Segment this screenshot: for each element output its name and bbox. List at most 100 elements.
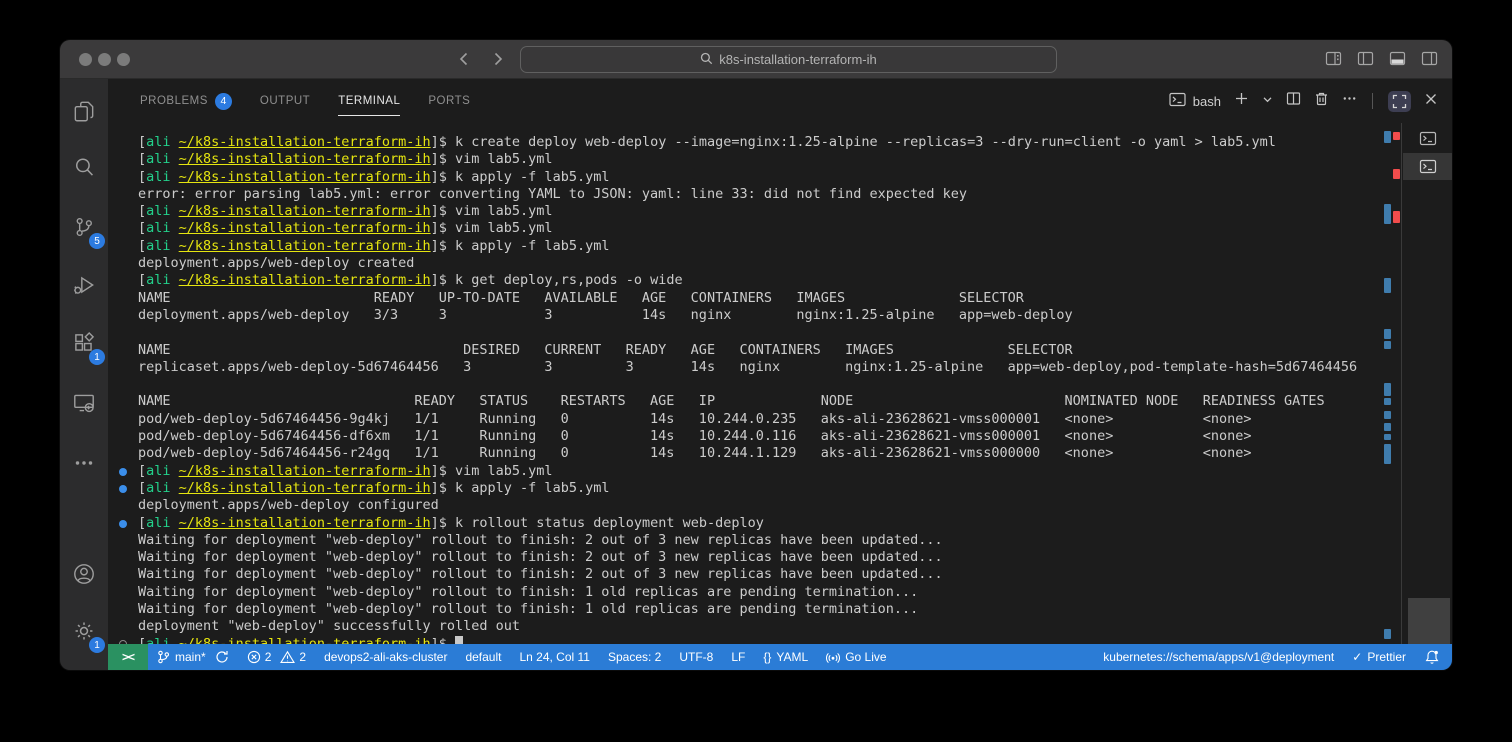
cursor-position-item[interactable]: Ln 24, Col 11 xyxy=(510,644,599,670)
back-arrow-icon[interactable] xyxy=(455,50,473,68)
overview-ruler-mark xyxy=(1384,423,1391,431)
overview-ruler-mark xyxy=(1384,278,1391,293)
close-traffic-light[interactable] xyxy=(79,53,92,66)
terminal-line: pod/web-deploy-5d67464456-df6xm 1/1 Runn… xyxy=(138,428,1252,445)
toggle-secondary-sidebar-icon[interactable] xyxy=(1421,50,1438,67)
activity-bar: 5 1 1 xyxy=(60,79,108,670)
terminal-line: deployment.apps/web-deploy configured xyxy=(138,497,439,514)
toggle-primary-sidebar-icon[interactable] xyxy=(1357,50,1374,67)
kill-terminal-icon[interactable] xyxy=(1314,91,1329,111)
maximize-panel-icon[interactable] xyxy=(1388,90,1411,112)
encoding-item[interactable]: UTF-8 xyxy=(670,644,722,670)
terminal-tab-bash-1[interactable] xyxy=(1403,125,1452,152)
terminal-cursor xyxy=(455,635,464,644)
terminal-line: deployment.apps/web-deploy 3/3 3 3 14s n… xyxy=(138,306,1073,323)
extensions-badge: 1 xyxy=(89,349,105,365)
tab-terminal[interactable]: TERMINAL xyxy=(338,95,401,116)
command-decoration-dot[interactable] xyxy=(119,484,127,493)
tab-problems[interactable]: PROBLEMS 4 xyxy=(140,92,232,110)
explorer-icon[interactable] xyxy=(62,89,106,133)
search-sidebar-icon[interactable] xyxy=(62,145,106,189)
language-item[interactable]: {} YAML xyxy=(754,644,817,670)
terminal-line: error: error parsing lab5.yml: error con… xyxy=(138,185,968,202)
go-live-item[interactable]: Go Live xyxy=(817,644,895,670)
close-panel-icon[interactable] xyxy=(1424,92,1438,111)
schema-item[interactable]: kubernetes://schema/apps/v1@deployment xyxy=(1094,644,1343,670)
errors-icon xyxy=(247,650,261,664)
terminal-line: [ali ~/k8s-installation-terraform-ih]$ v… xyxy=(138,203,553,220)
check-icon: ✓ xyxy=(1352,650,1363,664)
command-decoration-circle[interactable] xyxy=(119,639,127,644)
terminal-line: [ali ~/k8s-installation-terraform-ih]$ k… xyxy=(119,515,1357,532)
toggle-panel-icon[interactable] xyxy=(1389,50,1406,67)
minimize-traffic-light[interactable] xyxy=(98,53,111,66)
remote-explorer-icon[interactable] xyxy=(62,381,106,425)
overview-ruler-mark xyxy=(1384,629,1391,639)
terminal-line: Waiting for deployment "web-deploy" roll… xyxy=(138,566,943,583)
active-shell[interactable]: bash xyxy=(1169,92,1221,110)
terminal-line: [ali ~/k8s-installation-terraform-ih]$ k… xyxy=(138,272,683,289)
search-value: k8s-installation-terraform-ih xyxy=(719,52,877,67)
vscode-window: k8s-installation-terraform-ih 5 1 1 PROB… xyxy=(60,40,1452,670)
prettier-item[interactable]: ✓ Prettier xyxy=(1343,644,1415,670)
overview-ruler-mark xyxy=(1384,204,1391,224)
forward-arrow-icon[interactable] xyxy=(489,50,507,68)
run-debug-icon[interactable] xyxy=(62,263,106,307)
command-decoration-dot[interactable] xyxy=(119,467,127,476)
more-views-icon[interactable] xyxy=(62,441,106,485)
terminal-line: pod/web-deploy-5d67464456-r24gq 1/1 Runn… xyxy=(138,445,1252,462)
terminal-viewport[interactable]: [ali ~/k8s-installation-terraform-ih]$ k… xyxy=(108,123,1452,644)
accounts-icon[interactable] xyxy=(62,552,106,596)
terminal-dropdown-chevron-icon[interactable] xyxy=(1262,92,1273,110)
tab-ports[interactable]: PORTS xyxy=(428,95,470,107)
terminal-tab-bash-2[interactable] xyxy=(1403,153,1452,180)
search-icon xyxy=(700,52,713,68)
customize-layout-icon[interactable] xyxy=(1325,50,1342,67)
scrollbar-thumb[interactable] xyxy=(1408,598,1450,644)
new-terminal-icon[interactable] xyxy=(1234,91,1249,111)
terminal-line: Waiting for deployment "web-deploy" roll… xyxy=(138,583,919,600)
terminal-line: [ali ~/k8s-installation-terraform-ih]$ k… xyxy=(138,134,1276,150)
overview-ruler-mark xyxy=(1384,411,1391,419)
source-control-badge: 5 xyxy=(89,233,105,249)
split-terminal-icon[interactable] xyxy=(1286,91,1301,111)
panel-tabs: PROBLEMS 4 OUTPUT TERMINAL PORTS xyxy=(140,92,470,116)
indentation-item[interactable]: Spaces: 2 xyxy=(599,644,670,670)
broadcast-icon xyxy=(826,650,841,664)
terminal-line: Waiting for deployment "web-deploy" roll… xyxy=(138,549,943,566)
zoom-traffic-light[interactable] xyxy=(117,53,130,66)
eol-item[interactable]: LF xyxy=(722,644,754,670)
panel-more-actions-icon[interactable] xyxy=(1342,91,1357,111)
terminal-line: [ali ~/k8s-installation-terraform-ih]$ xyxy=(119,635,1357,644)
git-branch-item[interactable]: main* xyxy=(148,644,238,670)
title-bar: k8s-installation-terraform-ih xyxy=(60,40,1452,79)
shell-label: bash xyxy=(1192,93,1221,109)
namespace-item[interactable]: default xyxy=(456,644,510,670)
sync-icon xyxy=(215,650,229,664)
terminal-line: NAME DESIRED CURRENT READY AGE CONTAINER… xyxy=(138,341,1073,358)
notifications-item[interactable] xyxy=(1415,644,1452,670)
cluster-item[interactable]: devops2-ali-aks-cluster xyxy=(315,644,456,670)
terminal-content: [ali ~/k8s-installation-terraform-ih]$ k… xyxy=(119,134,1357,644)
terminal-line: [ali ~/k8s-installation-terraform-ih]$ k… xyxy=(138,237,610,254)
overview-ruler-mark xyxy=(1384,434,1391,440)
terminal-line: NAME READY STATUS RESTARTS AGE IP NODE N… xyxy=(138,393,1325,410)
status-bar: >< main* 2 2 devops2-ali-aks-cluster def… xyxy=(108,644,1452,670)
settings-badge: 1 xyxy=(89,637,105,653)
source-control-icon[interactable]: 5 xyxy=(62,205,106,249)
remote-indicator[interactable]: >< xyxy=(108,644,148,670)
problems-item[interactable]: 2 2 xyxy=(238,644,315,670)
overview-ruler-mark xyxy=(1393,169,1400,179)
extensions-icon[interactable]: 1 xyxy=(62,321,106,365)
terminal-tabs-separator xyxy=(1401,123,1402,644)
terminal-line: deployment.apps/web-deploy created xyxy=(138,255,415,272)
command-center-search[interactable]: k8s-installation-terraform-ih xyxy=(520,46,1057,73)
tab-output[interactable]: OUTPUT xyxy=(260,95,310,107)
overview-ruler-mark xyxy=(1384,444,1391,464)
overview-ruler-mark xyxy=(1393,211,1400,223)
command-decoration-dot[interactable] xyxy=(119,519,127,528)
settings-gear-icon[interactable]: 1 xyxy=(62,609,106,653)
panel-header: PROBLEMS 4 OUTPUT TERMINAL PORTS bash xyxy=(108,79,1452,123)
